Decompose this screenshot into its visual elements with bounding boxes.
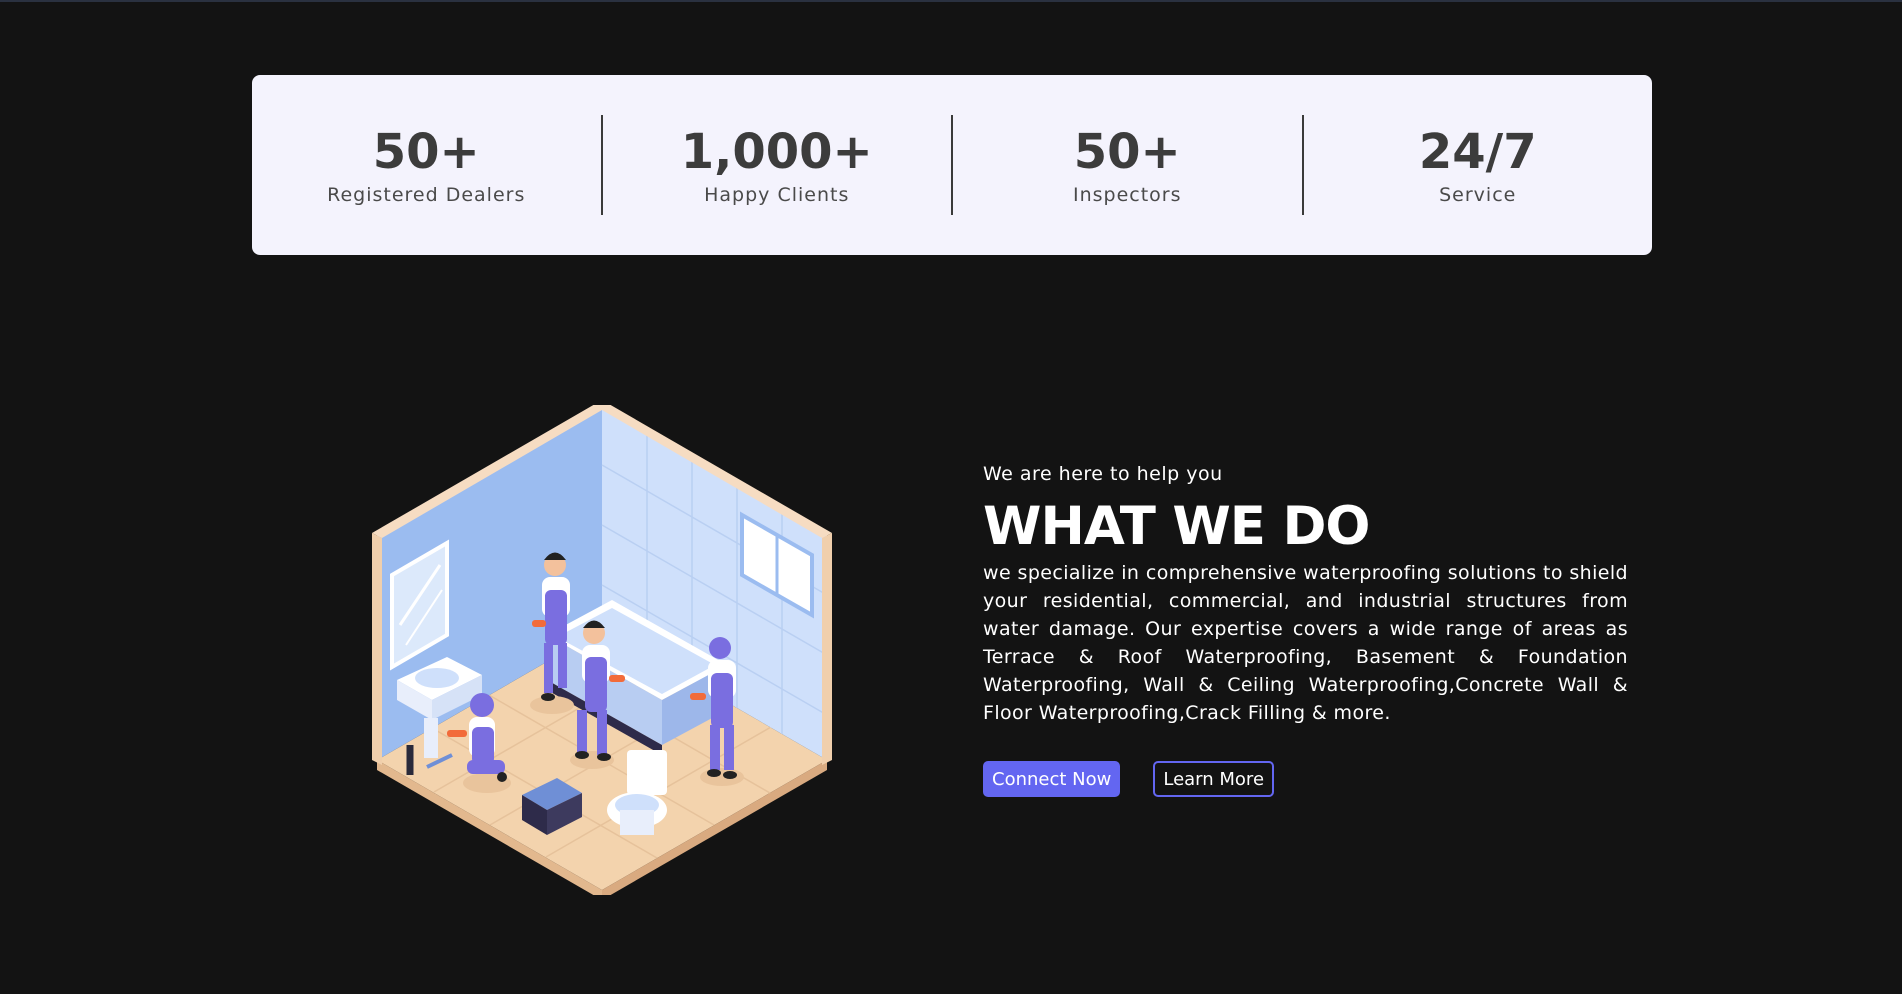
learn-more-button[interactable]: Learn More xyxy=(1153,761,1275,797)
top-divider xyxy=(0,0,1902,2)
stat-service: 24/7 Service xyxy=(1301,115,1653,215)
stat-value: 50+ xyxy=(372,124,480,180)
section-eyebrow: We are here to help you xyxy=(983,463,1223,485)
connect-now-button[interactable]: Connect Now xyxy=(983,761,1121,797)
section-heading: WHAT WE DO xyxy=(983,496,1371,557)
stat-registered-dealers: 50+ Registered Dealers xyxy=(252,115,601,215)
stat-label: Inspectors xyxy=(1072,184,1182,206)
section-description: we specialize in comprehensive waterproo… xyxy=(983,562,1628,724)
stat-value: 24/7 xyxy=(1418,124,1537,180)
stat-value: 1,000+ xyxy=(680,124,873,180)
what-we-do-section: We are here to help you WHAT WE DO we sp… xyxy=(983,463,1628,797)
stats-card: 50+ Registered Dealers 1,000+ Happy Clie… xyxy=(252,75,1652,255)
bathroom-plumbers-illustration xyxy=(372,400,832,900)
stat-label: Service xyxy=(1439,184,1517,206)
cta-buttons: Connect Now Learn More xyxy=(983,761,1628,797)
stat-happy-clients: 1,000+ Happy Clients xyxy=(600,115,952,215)
stat-label: Happy Clients xyxy=(704,184,850,206)
stat-inspectors: 50+ Inspectors xyxy=(951,115,1302,215)
stat-label: Registered Dealers xyxy=(327,184,526,206)
stat-value: 50+ xyxy=(1073,124,1181,180)
